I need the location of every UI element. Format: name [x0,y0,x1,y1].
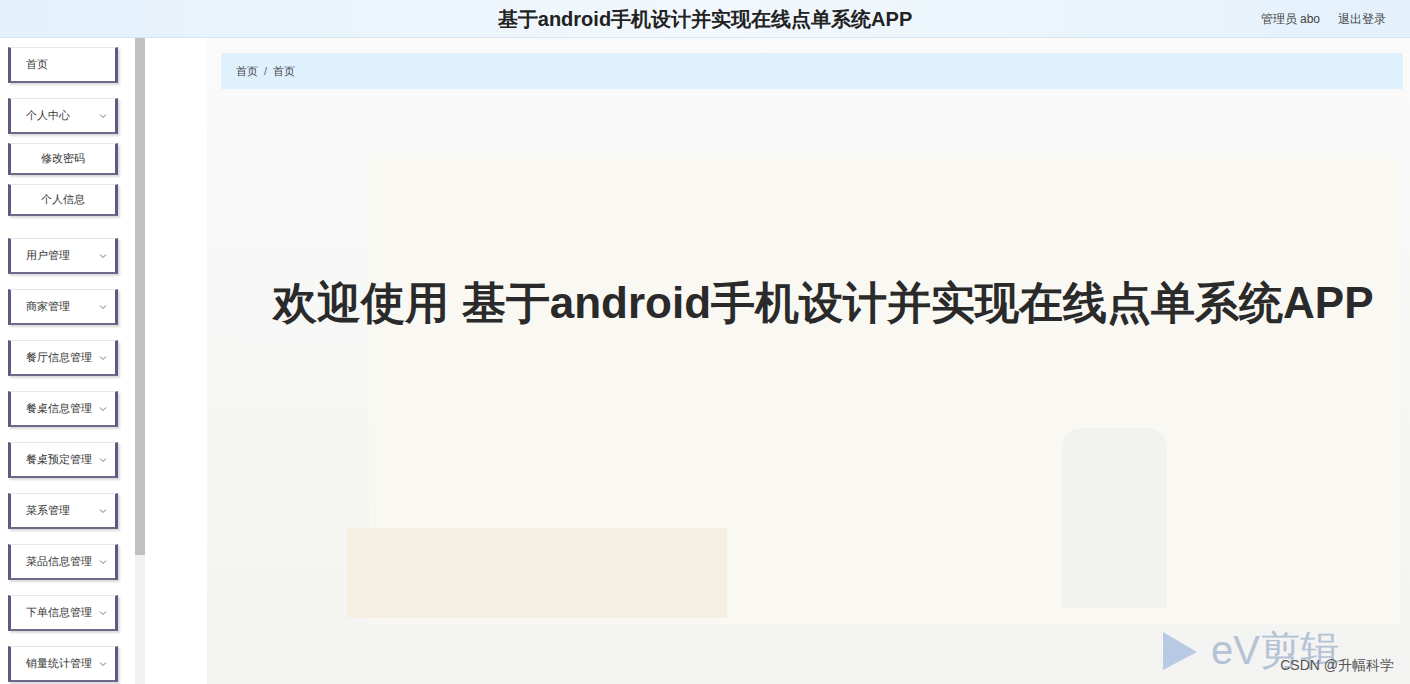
play-icon [1157,628,1201,672]
breadcrumb-separator: / [264,63,267,80]
sidebar-item[interactable]: 首页 [8,47,118,83]
sidebar-item[interactable]: 个人中心 [8,98,118,134]
chevron-down-icon [99,456,107,464]
sidebar-item[interactable]: 用户管理 [8,238,118,274]
chevron-down-icon [99,507,107,515]
chevron-down-icon [99,354,107,362]
app-title: 基于android手机设计并实现在线点单系统APP [498,6,912,32]
sidebar-label: 餐厅信息管理 [26,349,92,366]
sidebar-item[interactable]: 下单信息管理 [8,595,118,631]
logout-link[interactable]: 退出登录 [1338,10,1386,28]
main-content: 首页/首页欢迎使用 基于android手机设计并实现在线点单系统APPeV剪辑C… [207,38,1410,684]
chevron-down-icon [99,112,107,120]
breadcrumb-item[interactable]: 首页 [273,63,295,80]
sidebar-item[interactable]: 餐桌信息管理 [8,391,118,427]
sidebar-label: 下单信息管理 [26,604,92,621]
chevron-down-icon [99,252,107,260]
sidebar-item[interactable]: 餐桌预定管理 [8,442,118,478]
top-bar: 基于android手机设计并实现在线点单系统APP 管理员 abo 退出登录 [0,0,1410,38]
chevron-down-icon [99,609,107,617]
welcome-heading: 欢迎使用 基于android手机设计并实现在线点单系统APP [207,277,1410,330]
sidebar-label: 销量统计管理 [26,655,92,672]
sidebar-label: 个人信息 [41,191,85,208]
sidebar-label: 菜品信息管理 [26,553,92,570]
sidebar-label: 用户管理 [26,247,70,264]
chevron-down-icon [99,558,107,566]
sidebar-label: 修改密码 [41,150,85,167]
chevron-down-icon [99,405,107,413]
breadcrumb-item[interactable]: 首页 [236,63,258,80]
sidebar-label: 餐桌信息管理 [26,400,92,417]
sidebar-label: 商家管理 [26,298,70,315]
sidebar-label: 首页 [26,56,48,73]
sidebar-item[interactable]: 销量统计管理 [8,646,118,682]
backdrop-box [347,528,727,618]
sidebar: 首页个人中心修改密码个人信息用户管理商家管理餐厅信息管理餐桌信息管理餐桌预定管理… [0,38,135,684]
user-area: 管理员 abo 退出登录 [1261,0,1386,38]
sidebar-item[interactable]: 商家管理 [8,289,118,325]
sidebar-item[interactable]: 菜品信息管理 [8,544,118,580]
backdrop-cylinder [1062,428,1167,608]
scrollbar-thumb[interactable] [135,38,145,555]
sidebar-subitem[interactable]: 修改密码 [8,143,118,175]
watermark-credit: CSDN @升幅科学 [1280,655,1394,676]
sidebar-scrollbar[interactable] [135,38,145,684]
sidebar-label: 个人中心 [26,107,70,124]
chevron-down-icon [99,303,107,311]
user-label: 管理员 abo [1261,10,1320,28]
breadcrumb: 首页 / 首页 [221,53,1403,89]
sidebar-subitem[interactable]: 个人信息 [8,184,118,216]
sidebar-label: 菜系管理 [26,502,70,519]
sidebar-label: 餐桌预定管理 [26,451,92,468]
chevron-down-icon [99,660,107,668]
sidebar-item[interactable]: 菜系管理 [8,493,118,529]
sidebar-item[interactable]: 餐厅信息管理 [8,340,118,376]
